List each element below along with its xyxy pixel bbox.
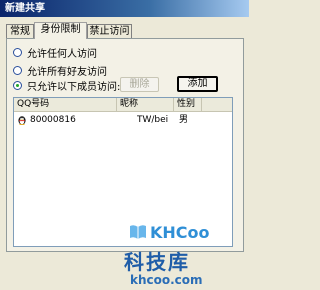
tab-access-denied[interactable]: 禁止访问 [87,24,132,38]
column-header-qq-label: QQ号码 [17,99,50,109]
member-row[interactable]: 80000816 TW/bei 男 [14,113,232,127]
column-header-nickname-label: 昵称 [120,99,139,109]
radio-allow-friends[interactable]: 允许所有好友访问 [13,64,107,78]
radio-button-checked-icon[interactable] [13,80,22,90]
column-header-gender-label: 性别 [177,99,196,109]
tab-strip: 常规 身份限制 禁止访问 [6,22,244,39]
radio-allow-anyone[interactable]: 允许任何人访问 [13,46,97,60]
member-qq-number: 80000816 [30,115,76,125]
book-logo-icon [130,225,146,239]
member-nickname: TW/bei [137,115,169,125]
column-header-nickname[interactable]: 昵称 [117,98,174,111]
member-gender: 男 [179,115,189,125]
qq-penguin-icon [18,116,26,125]
tab-access-denied-label: 禁止访问 [89,26,130,37]
radio-allow-anyone-label: 允许任何人访问 [27,48,97,60]
radio-button-icon[interactable] [13,65,22,75]
radio-allow-members[interactable]: 只允许以下成员访问: [13,79,121,93]
remove-member-button[interactable]: 删除 [120,77,159,92]
new-share-dialog: 新建共享 常规 身份限制 禁止访问 允许任何人访问 允许所有好友访问 只允许以下… [0,0,249,290]
tab-general-label: 常规 [10,26,30,37]
add-member-button[interactable]: 添加 [177,76,218,92]
watermark-logo-text: KHCoo [150,223,210,242]
add-member-button-label: 添加 [187,78,208,89]
tab-general[interactable]: 常规 [6,24,34,38]
column-header-qq[interactable]: QQ号码 [14,98,117,111]
tab-identity-restriction[interactable]: 身份限制 [34,22,87,39]
radio-allow-friends-label: 允许所有好友访问 [27,66,107,78]
remove-member-button-label: 删除 [129,79,150,90]
title-bar: 新建共享 [0,0,249,17]
radio-allow-members-label: 只允许以下成员访问: [27,81,121,93]
window-title: 新建共享 [5,3,45,14]
watermark-title: 科技库 [124,250,190,274]
watermark-url: khcoo.com [130,273,203,287]
member-list-header: QQ号码 昵称 性别 [14,98,232,112]
tab-identity-restriction-label: 身份限制 [40,24,81,35]
column-header-gender[interactable]: 性别 [174,98,202,111]
radio-button-icon[interactable] [13,47,22,57]
site-watermark: KHCoo 科技库 khcoo.com [122,220,247,288]
